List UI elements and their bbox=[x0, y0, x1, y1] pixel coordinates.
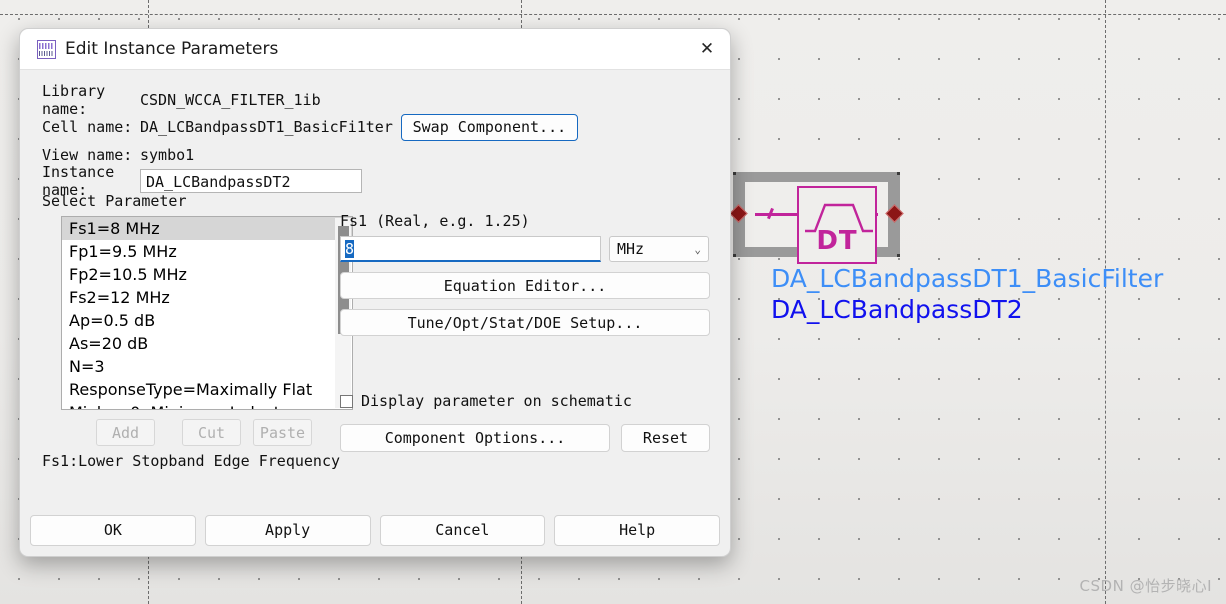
list-item[interactable]: Fp2=10.5 MHz bbox=[62, 263, 352, 286]
dialog-body: Library name: CSDN_WCCA_FILTER_1ib Cell … bbox=[20, 70, 730, 556]
parameter-listbox[interactable]: Fs1=8 MHz Fp1=9.5 MHz Fp2=10.5 MHz Fs2=12 M… bbox=[61, 216, 353, 410]
symbol-cell-label[interactable]: DA_LCBandpassDT1_BasicFilter bbox=[771, 264, 1163, 293]
value-row: 8 MHz ⌄ bbox=[340, 236, 710, 262]
tune-opt-stat-doe-setup-button[interactable]: Tune/Opt/Stat/DOE Setup... bbox=[340, 309, 710, 336]
cell-name-value: DA_LCBandpassDT1_BasicFi1ter bbox=[140, 118, 393, 136]
chevron-down-icon: ⌄ bbox=[694, 242, 701, 256]
reset-button[interactable]: Reset bbox=[621, 424, 710, 452]
library-name-label: Library name: bbox=[42, 81, 106, 118]
display-parameter-row[interactable]: Display parameter on schematic bbox=[340, 392, 710, 410]
waveform-icon bbox=[37, 39, 56, 59]
list-item[interactable]: ResponseType=Maximally Flat bbox=[62, 378, 352, 401]
instance-info-section: Library name: CSDN_WCCA_FILTER_1ib Cell … bbox=[20, 70, 730, 199]
unit-value: MHz bbox=[617, 240, 645, 258]
dt-label: DT bbox=[816, 226, 858, 256]
grid-guide-vertical bbox=[1105, 0, 1106, 604]
display-parameter-label: Display parameter on schematic bbox=[361, 392, 632, 410]
parameter-value-input[interactable]: 8 bbox=[340, 236, 601, 262]
cell-name-label: Cell name: bbox=[42, 118, 133, 136]
list-item[interactable]: Ap=0.5 dB bbox=[62, 309, 352, 332]
symbol-inner-area: DT bbox=[745, 182, 888, 264]
input-wire bbox=[755, 213, 799, 216]
parameter-editor-column: Fs1 (Real, e.g. 1.25) 8 MHz ⌄ Equation E… bbox=[340, 212, 710, 452]
instance-name-row: Instance name: DA_LCBandpassDT2 bbox=[20, 163, 730, 199]
list-item[interactable]: Fs1=8 MHz bbox=[62, 217, 352, 240]
select-parameter-label: Select Parameter bbox=[42, 192, 187, 210]
dialog-title: Edit Instance Parameters bbox=[65, 39, 279, 59]
instance-name-input[interactable]: DA_LCBandpassDT2 bbox=[140, 169, 362, 193]
watermark: CSDN @怡步晓心I bbox=[1079, 577, 1212, 595]
bottom-actions-row: Component Options... Reset bbox=[340, 424, 710, 452]
cancel-button[interactable]: Cancel bbox=[379, 514, 546, 546]
close-icon[interactable]: ✕ bbox=[684, 29, 730, 69]
swap-component-button[interactable]: Swap Component... bbox=[400, 113, 578, 141]
list-item[interactable]: Fp1=9.5 MHz bbox=[62, 240, 352, 263]
list-item[interactable]: As=20 dB bbox=[62, 332, 352, 355]
selected-value-text: 8 bbox=[345, 240, 355, 258]
ok-button[interactable]: OK bbox=[30, 514, 196, 546]
filter-body-rect: DT bbox=[797, 186, 877, 264]
list-item[interactable]: Mixlm=0, Minimum Inductor bbox=[62, 401, 352, 409]
equation-editor-button[interactable]: Equation Editor... bbox=[340, 272, 710, 299]
parameter-hint-text: Fs1:Lower Stopband Edge Frequency bbox=[42, 452, 341, 470]
edit-instance-parameters-dialog: Edit Instance Parameters ✕ Library name:… bbox=[19, 28, 731, 557]
view-name-label: View name: bbox=[42, 145, 133, 164]
add-button[interactable]: Add bbox=[96, 419, 155, 446]
dialog-footer: OK Apply Cancel Help bbox=[20, 504, 730, 556]
dialog-titlebar[interactable]: Edit Instance Parameters ✕ bbox=[20, 29, 730, 70]
library-name-value: CSDN_WCCA_FILTER_1ib bbox=[140, 90, 321, 109]
unit-dropdown[interactable]: MHz ⌄ bbox=[609, 236, 709, 262]
grid-guide-horizontal bbox=[0, 14, 1226, 15]
parameter-list-items: Fs1=8 MHz Fp1=9.5 MHz Fp2=10.5 MHz Fs2=12 M… bbox=[62, 217, 352, 409]
apply-button[interactable]: Apply bbox=[204, 514, 371, 546]
component-options-button[interactable]: Component Options... bbox=[340, 424, 610, 452]
cut-button[interactable]: Cut bbox=[182, 419, 241, 446]
view-name-value: symbo1 bbox=[140, 145, 195, 164]
list-item[interactable]: N=3 bbox=[62, 355, 352, 378]
library-name-row: Library name: CSDN_WCCA_FILTER_1ib bbox=[20, 82, 730, 118]
parameter-type-header: Fs1 (Real, e.g. 1.25) bbox=[340, 212, 530, 230]
selection-box[interactable]: DT bbox=[729, 172, 904, 264]
paste-button[interactable]: Paste bbox=[253, 419, 312, 446]
display-parameter-checkbox[interactable] bbox=[340, 394, 353, 408]
list-item[interactable]: Fs2=12 MHz bbox=[62, 286, 352, 309]
help-button[interactable]: Help bbox=[554, 514, 720, 546]
symbol-instance-label[interactable]: DA_LCBandpassDT2 bbox=[771, 295, 1023, 324]
